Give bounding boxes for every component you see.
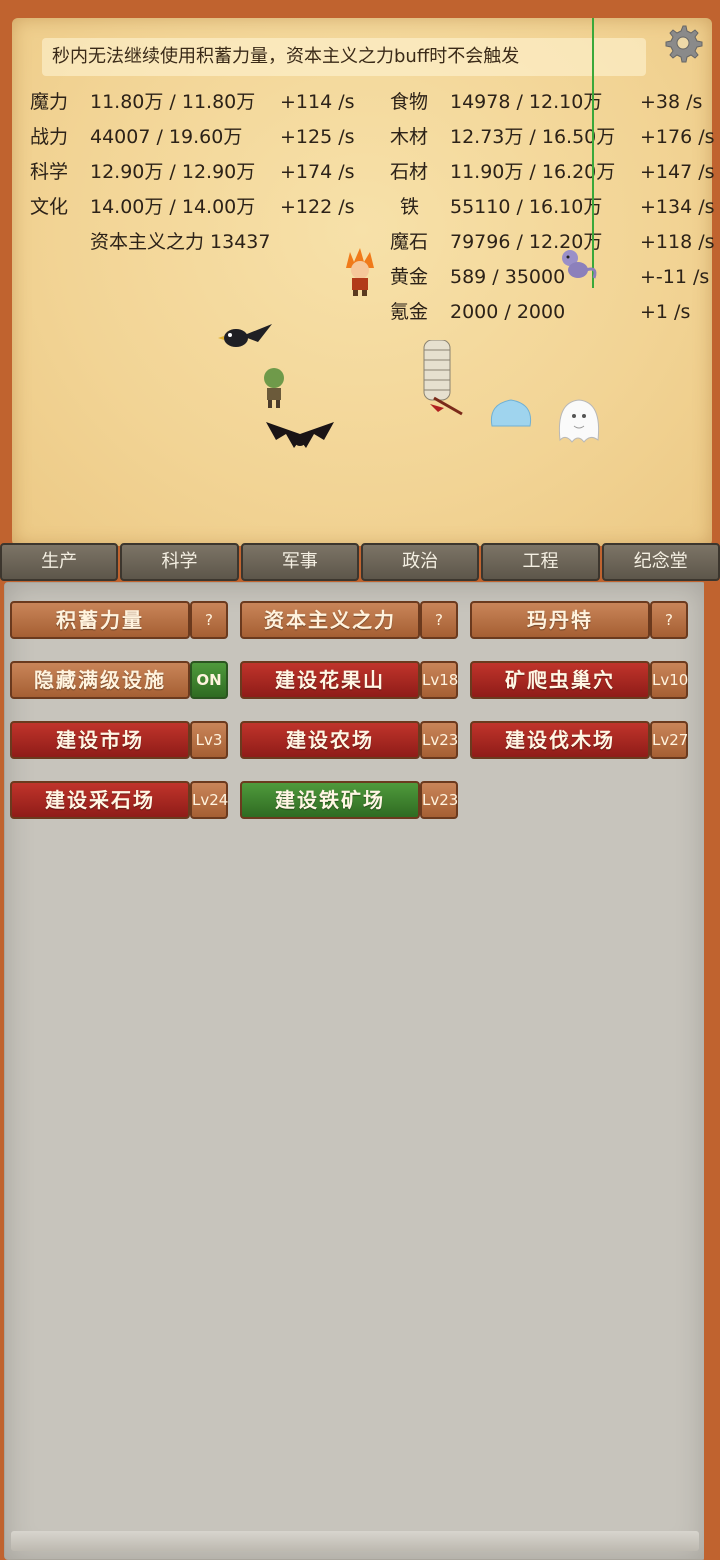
stat-amount-food: 14978 / 12.10万 bbox=[450, 91, 603, 113]
accumulate-power-button[interactable]: 积蓄力量 bbox=[10, 601, 190, 639]
notice-text: 秒内无法继续使用积蓄力量，资本主义之力buff时不会触发 bbox=[42, 38, 646, 76]
slime-sprite[interactable] bbox=[488, 396, 534, 430]
crow-sprite[interactable] bbox=[218, 320, 274, 356]
gear-icon[interactable] bbox=[660, 20, 706, 66]
stat-name-mana: 魔力 bbox=[30, 91, 69, 113]
goblin-sprite[interactable] bbox=[258, 364, 290, 410]
stat-rate-wood: +176 /s bbox=[640, 126, 715, 148]
tab-military[interactable]: 军事 bbox=[240, 543, 359, 581]
stat-rate-magic-stone: +118 /s bbox=[640, 231, 715, 253]
stat-amount-iron: 55110 / 16.10万 bbox=[450, 196, 603, 218]
huaguoshan-level-badge: Lv18 bbox=[420, 661, 458, 699]
stat-rate-stone: +147 /s bbox=[640, 161, 715, 183]
mummy-sprite[interactable] bbox=[414, 340, 470, 420]
stat-name-science: 科学 bbox=[30, 161, 69, 183]
bug-nest-button[interactable]: 矿爬虫巢穴 bbox=[470, 661, 650, 699]
hide-max-facilities-button[interactable]: 隐藏满级设施 bbox=[10, 661, 190, 699]
stat-rate-premium: +1 /s bbox=[640, 301, 691, 323]
ghost-sprite[interactable] bbox=[554, 396, 604, 446]
tab-memorial-hall[interactable]: 纪念堂 bbox=[601, 543, 720, 581]
tab-politics[interactable]: 政治 bbox=[360, 543, 480, 581]
stat-name-food: 食物 bbox=[390, 91, 429, 113]
accumulate-help-button[interactable]: ? bbox=[190, 601, 228, 639]
build-quarry-button[interactable]: 建设采石场 bbox=[10, 781, 190, 819]
stat-name-wood: 木材 bbox=[390, 126, 429, 148]
stat-name-culture: 文化 bbox=[30, 196, 69, 218]
tab-engineering[interactable]: 工程 bbox=[481, 543, 600, 581]
farm-level-badge: Lv23 bbox=[420, 721, 458, 759]
stat-rate-mana: +114 /s bbox=[280, 91, 355, 113]
build-lumber-mill-button[interactable]: 建设伐木场 bbox=[470, 721, 650, 759]
iron-mine-level-badge: Lv23 bbox=[420, 781, 458, 819]
main-tabs: 生产 科学 军事 政治 工程 纪念堂 bbox=[0, 542, 720, 582]
capitalism-power-value: 资本主义之力 13437 bbox=[90, 231, 271, 253]
fire-hero-sprite[interactable] bbox=[340, 248, 380, 298]
stat-rate-military: +125 /s bbox=[280, 126, 355, 148]
lumber-level-badge: Lv27 bbox=[650, 721, 688, 759]
stat-amount-mana: 11.80万 / 11.80万 bbox=[90, 91, 256, 113]
build-huaguoshan-button[interactable]: 建设花果山 bbox=[240, 661, 420, 699]
frame-right bbox=[704, 582, 720, 1560]
resource-panel: 秒内无法继续使用积蓄力量，资本主义之力buff时不会触发 魔力 11.80万 /… bbox=[12, 18, 715, 546]
stat-amount-science: 12.90万 / 12.90万 bbox=[90, 161, 256, 183]
mardant-help-button[interactable]: ? bbox=[650, 601, 688, 639]
stat-rate-food: +38 /s bbox=[640, 91, 703, 113]
market-level-badge: Lv3 bbox=[190, 721, 228, 759]
capitalism-power-button[interactable]: 资本主义之力 bbox=[240, 601, 420, 639]
stat-amount-premium: 2000 / 2000 bbox=[450, 301, 566, 323]
bat-sprite[interactable] bbox=[264, 418, 336, 458]
stat-amount-military: 44007 / 19.60万 bbox=[90, 126, 243, 148]
build-farm-button[interactable]: 建设农场 bbox=[240, 721, 420, 759]
stat-name-stone: 石材 bbox=[390, 161, 429, 183]
quarry-level-badge: Lv24 bbox=[190, 781, 228, 819]
bug-nest-level-badge: Lv10 bbox=[650, 661, 688, 699]
stat-amount-stone: 11.90万 / 16.20万 bbox=[450, 161, 616, 183]
build-iron-mine-button[interactable]: 建设铁矿场 bbox=[240, 781, 420, 819]
stat-amount-culture: 14.00万 / 14.00万 bbox=[90, 196, 256, 218]
stat-rate-science: +174 /s bbox=[280, 161, 355, 183]
build-market-button[interactable]: 建设市场 bbox=[10, 721, 190, 759]
tab-science[interactable]: 科学 bbox=[120, 543, 239, 581]
monkey-sprite[interactable] bbox=[556, 246, 600, 286]
stat-rate-culture: +122 /s bbox=[280, 196, 355, 218]
mardant-button[interactable]: 玛丹特 bbox=[470, 601, 650, 639]
stat-name-premium: 氪金 bbox=[390, 301, 429, 323]
stat-amount-gold: 589 / 35000 bbox=[450, 266, 566, 288]
stat-rate-iron: +134 /s bbox=[640, 196, 715, 218]
stat-name-military: 战力 bbox=[30, 126, 69, 148]
stat-amount-wood: 12.73万 / 16.50万 bbox=[450, 126, 616, 148]
stat-name-gold: 黄金 bbox=[390, 266, 429, 288]
stat-name-iron: 铁 bbox=[400, 196, 420, 218]
capitalism-help-button[interactable]: ? bbox=[420, 601, 458, 639]
stat-rate-gold: +-11 /s bbox=[640, 266, 710, 288]
hide-max-toggle[interactable]: ON bbox=[190, 661, 228, 699]
tab-production[interactable]: 生产 bbox=[0, 543, 119, 581]
stat-name-magic-stone: 魔石 bbox=[390, 231, 429, 253]
